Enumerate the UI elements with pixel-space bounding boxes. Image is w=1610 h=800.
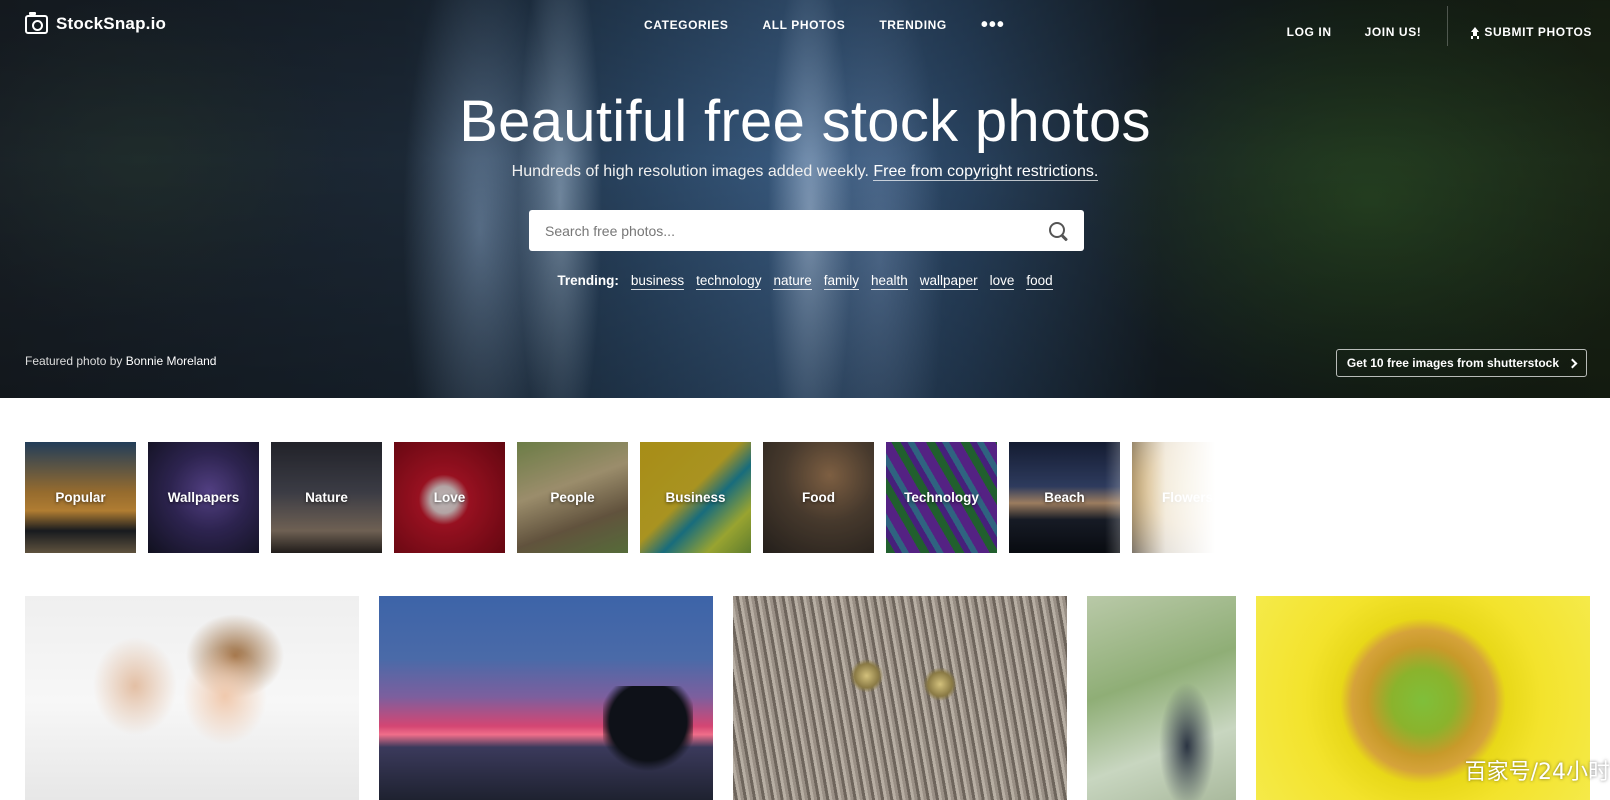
category-label: Nature: [305, 490, 348, 505]
category-popular[interactable]: Popular: [25, 442, 136, 553]
chevron-right-icon: [1567, 358, 1578, 368]
trending-tag-technology[interactable]: technology: [696, 273, 762, 290]
category-strip: Popular Wallpapers Nature Love People Bu…: [25, 442, 1215, 553]
category-label: Flowers: [1161, 490, 1213, 505]
category-label: Technology: [904, 490, 979, 505]
nav-categories[interactable]: CATEGORIES: [644, 18, 728, 32]
category-people[interactable]: People: [517, 442, 628, 553]
logo-text: StockSnap.io: [56, 14, 167, 33]
copyright-link[interactable]: Free from copyright restrictions.: [873, 163, 1099, 181]
category-label: Beach: [1044, 490, 1085, 505]
submit-photos-button[interactable]: SUBMIT PHOTOS: [1470, 25, 1592, 39]
photo-sunset-silhouette[interactable]: [379, 596, 713, 800]
main-nav: CATEGORIES ALL PHOTOS TRENDING •••: [644, 15, 1005, 35]
camera-icon: [25, 11, 48, 34]
category-label: Business: [665, 490, 726, 505]
featured-author-link[interactable]: Bonnie Moreland: [126, 354, 217, 368]
login-link[interactable]: LOG IN: [1287, 25, 1332, 39]
trending-tag-love[interactable]: love: [989, 273, 1015, 290]
category-flowers[interactable]: Flowers: [1132, 442, 1215, 553]
trending-tag-food[interactable]: food: [1026, 273, 1053, 290]
nav-trending[interactable]: TRENDING: [879, 18, 946, 32]
shutterstock-offer-button[interactable]: Get 10 free images from shutterstock: [1335, 349, 1587, 377]
trending-tag-business[interactable]: business: [630, 273, 685, 290]
submit-photos-label: SUBMIT PHOTOS: [1484, 25, 1592, 39]
upload-icon: [1470, 27, 1480, 37]
hero-title: Beautiful free stock photos: [459, 89, 1151, 154]
trending-tag-wallpaper[interactable]: wallpaper: [919, 273, 978, 290]
trending-tag-family[interactable]: family: [823, 273, 859, 290]
category-label: Popular: [55, 490, 106, 505]
category-label: Love: [433, 490, 466, 505]
featured-credit: Featured photo by Bonnie Moreland: [25, 354, 216, 368]
trending-tag-health[interactable]: health: [871, 273, 908, 290]
watermark: 百家号/24小时: [1464, 760, 1610, 785]
search-bar: [529, 210, 1084, 251]
category-food[interactable]: Food: [763, 442, 874, 553]
trending-tags: Trending: business technology nature fam…: [0, 273, 1610, 290]
nav-divider: [1447, 6, 1449, 46]
trending-label: Trending:: [557, 273, 619, 288]
search-input[interactable]: [545, 222, 1048, 239]
hero-subtitle-text: Hundreds of high resolution images added…: [511, 163, 869, 180]
category-wallpapers[interactable]: Wallpapers: [148, 442, 259, 553]
trending-tag-nature[interactable]: nature: [773, 273, 812, 290]
hero-subtitle: Hundreds of high resolution images added…: [0, 163, 1610, 181]
hero-banner: StockSnap.io CATEGORIES ALL PHOTOS TREND…: [0, 0, 1610, 398]
nav-all-photos[interactable]: ALL PHOTOS: [762, 18, 845, 32]
photo-couple-in-bed[interactable]: [25, 596, 359, 800]
category-label: Wallpapers: [167, 490, 240, 505]
join-link[interactable]: JOIN US!: [1365, 25, 1422, 39]
category-label: Food: [802, 490, 835, 505]
category-love[interactable]: Love: [394, 442, 505, 553]
photo-phone-garden[interactable]: [1087, 596, 1236, 800]
photo-grid: [25, 596, 1590, 800]
category-nature[interactable]: Nature: [271, 442, 382, 553]
account-nav: LOG IN JOIN US! SUBMIT PHOTOS: [1254, 6, 1592, 46]
category-label: People: [550, 490, 595, 505]
category-beach[interactable]: Beach: [1009, 442, 1120, 553]
logo[interactable]: StockSnap.io: [25, 11, 167, 34]
category-technology[interactable]: Technology: [886, 442, 997, 553]
search-icon[interactable]: [1048, 221, 1068, 241]
featured-prefix: Featured photo by: [25, 354, 123, 368]
more-menu-icon[interactable]: •••: [981, 15, 1005, 35]
category-business[interactable]: Business: [640, 442, 751, 553]
shutterstock-offer-label: Get 10 free images from shutterstock: [1346, 356, 1559, 370]
photo-kitten[interactable]: [733, 596, 1067, 800]
